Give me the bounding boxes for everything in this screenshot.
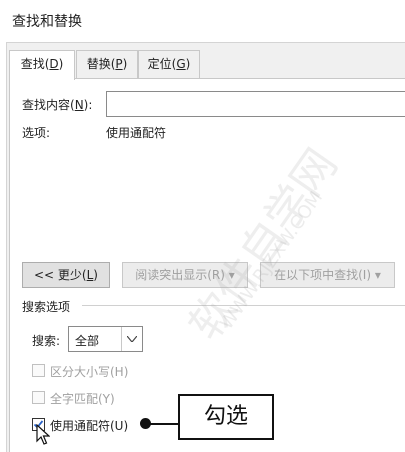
find-in-button[interactable]: 在以下项中查找(I) ▾ [260, 262, 395, 288]
options-value: 使用通配符 [106, 126, 167, 140]
find-replace-dialog: 查找和替换 查找(D) 替换(P) 定位(G) 查找内容(N): 选项: 使用通… [0, 0, 405, 452]
find-what-input[interactable] [106, 91, 405, 117]
less-button[interactable]: << 更少(L) [22, 262, 110, 288]
match-case-checkbox[interactable] [32, 364, 45, 377]
use-wildcards-label: 使用通配符(U) [50, 419, 129, 433]
tab-goto[interactable]: 定位(G) [138, 50, 200, 78]
tab-replace[interactable]: 替换(P) [76, 50, 138, 78]
search-direction-select[interactable]: 全部 [68, 326, 143, 352]
annotation-callout: 勾选 [178, 394, 274, 440]
find-what-label: 查找内容(N): [22, 98, 93, 112]
match-case-label: 区分大小写(H) [50, 365, 129, 379]
whole-word-label: 全字匹配(Y) [50, 392, 115, 406]
options-label: 选项: [22, 126, 51, 140]
search-direction-label: 搜索: [32, 334, 61, 348]
search-direction-value: 全部 [75, 334, 100, 348]
search-options-title: 搜索选项 [22, 300, 71, 314]
dialog-title: 查找和替换 [12, 14, 82, 30]
tab-find[interactable]: 查找(D) [9, 50, 75, 80]
callout-dot [140, 418, 151, 429]
reading-highlight-button[interactable]: 阅读突出显示(R) ▾ [122, 262, 248, 288]
title-bar: 查找和替换 [0, 0, 405, 40]
chevron-down-icon [121, 327, 142, 351]
mouse-cursor-icon [36, 424, 50, 445]
whole-word-checkbox[interactable] [32, 391, 45, 404]
group-divider [82, 305, 405, 306]
